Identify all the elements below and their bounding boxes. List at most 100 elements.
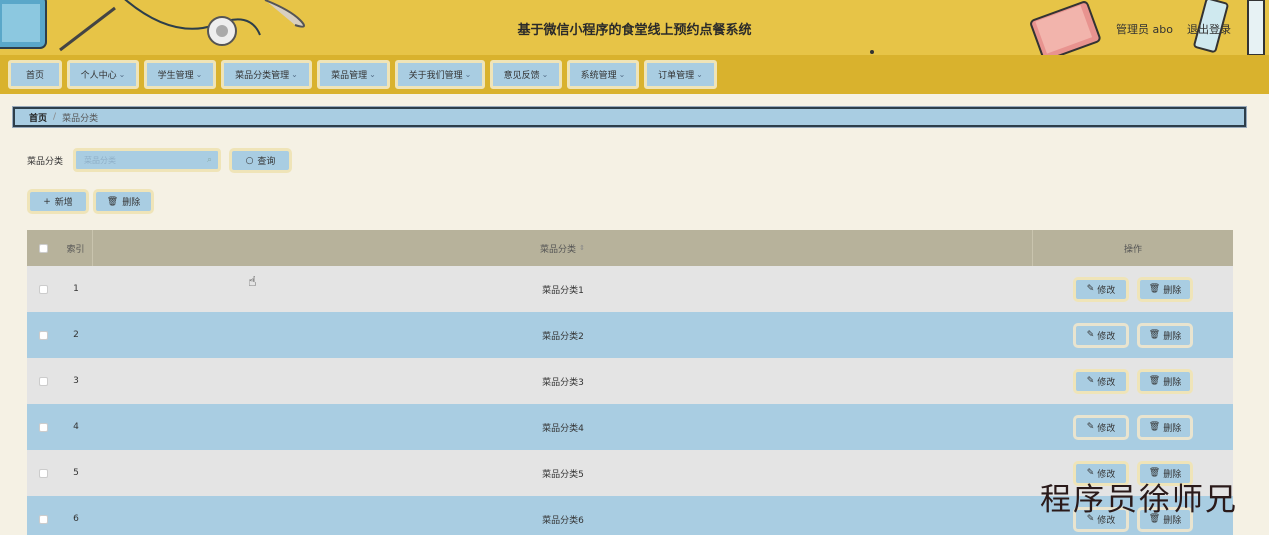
edit-icon: ✎ — [1086, 376, 1095, 386]
row-name: 菜品分类3 — [542, 377, 584, 388]
search-label: 菜品分类 — [27, 157, 64, 167]
breadcrumb-separator: / — [53, 112, 57, 122]
trash-icon: 🗑 — [1148, 330, 1161, 340]
breadcrumb-current: 菜品分类 — [62, 113, 99, 124]
nav-item-student-management[interactable]: 学生管理 ⌄ — [144, 60, 216, 89]
nav-item-dish-management[interactable]: 菜品管理 ⌄ — [317, 60, 390, 89]
delete-button[interactable]: 🗑 删除 — [1137, 276, 1193, 302]
row-checkbox[interactable] — [38, 514, 48, 524]
header-name: 菜品分类 — [540, 244, 577, 255]
main-nav: 首页 个人中心 ⌄ 学生管理 ⌄ 菜品分类管理 ⌄ 菜品管理 ⌄ 关于我们管理 ⌄ 意见反… — [0, 55, 1269, 94]
chevron-down-icon: ⌄ — [118, 70, 126, 79]
logout-link[interactable]: 退出登录 — [1187, 21, 1231, 37]
row-check-cell — [27, 450, 59, 496]
add-button-label: 新增 — [54, 198, 73, 208]
select-all-checkbox[interactable] — [38, 243, 48, 253]
search-icon: ○ — [245, 155, 254, 166]
nav-item-system-management[interactable]: 系统管理 ⌄ — [567, 60, 639, 89]
delete-button-label: 删除 — [1163, 423, 1182, 434]
table-header: 索引 菜品分类 ⇕ 操作 — [27, 230, 1233, 266]
nav-item-label: 学生管理 — [157, 71, 194, 81]
nav-item-personal-center[interactable]: 个人中心 ⌄ — [67, 60, 139, 89]
delete-button-label: 删除 — [122, 198, 141, 208]
chevron-down-icon: ⌄ — [195, 70, 203, 79]
edit-button-label: 修改 — [1097, 331, 1116, 342]
delete-button[interactable]: 🗑 删除 — [1137, 368, 1193, 394]
edit-icon: ✎ — [1086, 330, 1095, 340]
chevron-down-icon: ⌄ — [541, 70, 549, 79]
row-check-cell — [27, 358, 59, 404]
row-checkbox[interactable] — [38, 422, 48, 432]
breadcrumb-home[interactable]: 首页 — [29, 111, 47, 124]
nav-item-dish-category-management[interactable]: 菜品分类管理 ⌄ — [221, 60, 312, 89]
query-button[interactable]: ○ 查询 — [229, 148, 292, 173]
nav-item-label: 菜品分类管理 — [235, 71, 290, 81]
nav-item-order-management[interactable]: 订单管理 ⌄ — [644, 60, 717, 89]
chevron-down-icon: ⌄ — [369, 70, 376, 79]
table-row: 3 菜品分类3 ✎ 修改 🗑 删除 — [27, 358, 1233, 404]
edit-button-label: 修改 — [1097, 377, 1116, 388]
row-index: 4 — [73, 422, 79, 432]
edit-button-label: 修改 — [1097, 285, 1116, 296]
row-name: 菜品分类2 — [542, 331, 584, 342]
nav-item-home[interactable]: 首页 — [8, 60, 62, 89]
edit-button-label: 修改 — [1097, 423, 1116, 434]
table-row: 2 菜品分类2 ✎ 修改 🗑 删除 — [27, 312, 1233, 358]
chevron-down-icon: ⌄ — [291, 70, 298, 79]
add-button[interactable]: + 新增 — [27, 189, 89, 214]
nav-item-feedback[interactable]: 意见反馈 ⌄ — [490, 60, 562, 89]
row-check-cell — [27, 496, 59, 535]
row-checkbox[interactable] — [38, 330, 48, 340]
edit-icon: ✎ — [1086, 422, 1095, 432]
delete-button[interactable]: 🗑 删除 — [1137, 322, 1193, 348]
current-user: 管理员 abo — [1116, 23, 1173, 36]
breadcrumb: 首页 / 菜品分类 — [12, 106, 1247, 128]
row-checkbox[interactable] — [38, 468, 48, 478]
row-check-cell — [27, 312, 59, 358]
bulk-delete-button[interactable]: 🗑 删除 — [93, 189, 154, 214]
nav-item-label: 个人中心 — [80, 71, 117, 81]
hand-cursor-icon: ☝ — [248, 274, 257, 290]
nav-item-label: 菜品管理 — [331, 71, 368, 81]
watermark: 程序员徐师兄 — [1040, 482, 1238, 518]
row-operations: ✎ 修改 🗑 删除 — [1033, 266, 1233, 312]
nav-item-label: 关于我们管理 — [408, 71, 463, 81]
chevron-down-icon: ⌄ — [464, 70, 472, 79]
row-index: 2 — [73, 330, 79, 340]
row-name: 菜品分类6 — [542, 515, 584, 526]
row-checkbox[interactable] — [38, 376, 48, 386]
search-icon: ⌕ — [206, 155, 212, 165]
table-row: 1 菜品分类1 ✎ 修改 🗑 删除 — [27, 266, 1233, 312]
row-name: 菜品分类5 — [542, 469, 584, 480]
nav-item-about-us-management[interactable]: 关于我们管理 ⌄ — [395, 60, 485, 89]
nav-item-label: 首页 — [25, 71, 44, 81]
select-all-cell — [27, 230, 59, 266]
edit-button[interactable]: ✎ 修改 — [1073, 276, 1129, 302]
delete-button-label: 删除 — [1163, 285, 1182, 296]
trash-icon: 🗑 — [1148, 422, 1161, 432]
chevron-down-icon: ⌄ — [618, 70, 626, 79]
row-checkbox[interactable] — [38, 284, 48, 294]
chevron-down-icon: ⌄ — [696, 70, 703, 79]
search-placeholder: 菜品分类 — [84, 155, 116, 165]
delete-button[interactable]: 🗑 删除 — [1137, 414, 1193, 440]
nav-item-label: 意见反馈 — [503, 71, 540, 81]
row-name: 菜品分类1 — [542, 285, 584, 296]
edit-button[interactable]: ✎ 修改 — [1073, 322, 1129, 348]
delete-button-label: 删除 — [1163, 331, 1182, 342]
edit-icon: ✎ — [1086, 284, 1095, 294]
row-index: 3 — [73, 376, 79, 386]
query-button-label: 查询 — [257, 157, 276, 167]
header: 基于微信小程序的食堂线上预约点餐系统 管理员 abo 退出登录 — [0, 0, 1269, 55]
table-row: 4 菜品分类4 ✎ 修改 🗑 删除 — [27, 404, 1233, 450]
page-title: 基于微信小程序的食堂线上预约点餐系统 — [517, 23, 752, 38]
edit-button[interactable]: ✎ 修改 — [1073, 414, 1129, 440]
header-operation: 操作 — [1123, 244, 1142, 255]
row-index: 6 — [73, 514, 79, 524]
row-operations: ✎ 修改 🗑 删除 — [1033, 312, 1233, 358]
edit-button[interactable]: ✎ 修改 — [1073, 368, 1129, 394]
search-input[interactable]: 菜品分类 ⌕ — [73, 148, 221, 172]
row-index: 1 — [73, 284, 79, 294]
header-name-cell[interactable]: 菜品分类 ⇕ — [93, 230, 1033, 266]
sort-icon[interactable]: ⇕ — [579, 244, 585, 252]
